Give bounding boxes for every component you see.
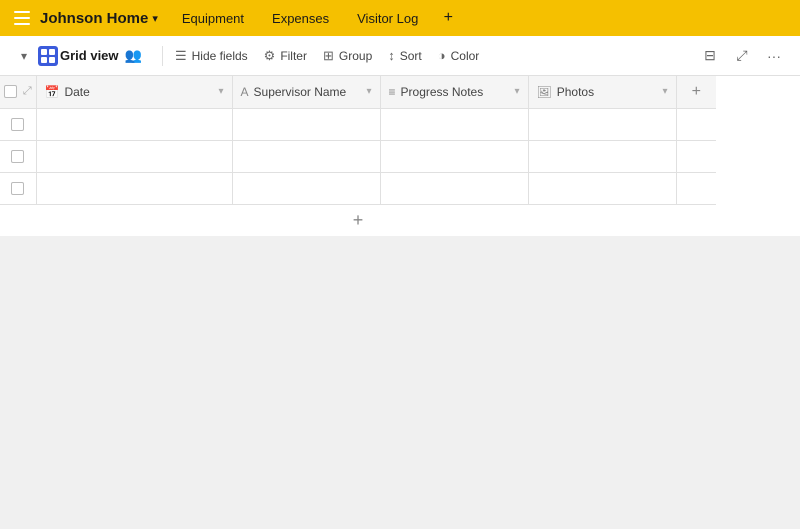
table-row xyxy=(0,108,716,140)
row-3-supervisor-cell[interactable] xyxy=(232,172,380,204)
toolbar-right: ⊟ ⤢ ··· xyxy=(696,42,788,70)
checkbox-column-header[interactable]: ⤢ xyxy=(0,76,36,108)
hide-fields-icon: ☰ xyxy=(175,48,187,64)
tab-visitor-log[interactable]: Visitor Log xyxy=(345,7,430,30)
title-chevron-icon: ▾ xyxy=(152,12,158,25)
photos-col-label: Photos xyxy=(557,85,594,99)
add-row[interactable]: + xyxy=(0,204,716,236)
row-2-photos-cell[interactable] xyxy=(528,140,676,172)
tab-expenses[interactable]: Expenses xyxy=(260,7,341,30)
row-1-checkbox[interactable] xyxy=(11,118,24,131)
progress-col-icon: ≡ xyxy=(389,85,396,99)
row-3-date-cell[interactable] xyxy=(36,172,232,204)
hamburger-icon[interactable] xyxy=(8,4,36,32)
color-icon: ◑ xyxy=(438,48,446,63)
add-row-button[interactable]: + xyxy=(0,204,716,236)
row-3-progress-cell[interactable] xyxy=(380,172,528,204)
fullscreen-button[interactable]: ⤢ xyxy=(728,42,756,70)
progress-col-chevron-icon[interactable]: ▾ xyxy=(514,86,519,97)
tab-equipment[interactable]: Equipment xyxy=(170,7,256,30)
main-table: ⤢ 📅 Date ▾ A Supervisor Name xyxy=(0,76,716,236)
table-container: ⤢ 📅 Date ▾ A Supervisor Name xyxy=(0,76,800,529)
app-title-area[interactable]: Johnson Home ▾ xyxy=(40,10,158,27)
sort-button[interactable]: ↕ Sort xyxy=(380,44,430,67)
supervisor-col-chevron-icon[interactable]: ▾ xyxy=(366,86,371,97)
table-row xyxy=(0,140,716,172)
group-icon: ⊞ xyxy=(323,48,334,64)
row-3-photos-cell[interactable] xyxy=(528,172,676,204)
row-1-supervisor-cell[interactable] xyxy=(232,108,380,140)
group-label: Group xyxy=(339,49,372,63)
view-collapse-arrow[interactable]: ▾ xyxy=(12,44,36,68)
date-col-icon: 📅 xyxy=(45,85,60,99)
table-row xyxy=(0,172,716,204)
row-height-button[interactable]: ⊟ xyxy=(696,42,724,70)
row-1-progress-cell[interactable] xyxy=(380,108,528,140)
date-column-header[interactable]: 📅 Date ▾ xyxy=(36,76,232,108)
app-title: Johnson Home xyxy=(40,10,148,27)
row-2-date-cell[interactable] xyxy=(36,140,232,172)
filter-button[interactable]: ⚙ Filter xyxy=(256,44,315,68)
add-column-button[interactable]: + xyxy=(676,76,716,108)
row-2-checkbox[interactable] xyxy=(11,150,24,163)
supervisor-name-column-header[interactable]: A Supervisor Name ▾ xyxy=(232,76,380,108)
supervisor-col-label: Supervisor Name xyxy=(254,85,347,99)
row-1-checkbox-cell[interactable] xyxy=(0,108,36,140)
color-button[interactable]: ◑ Color xyxy=(430,44,488,67)
expand-icon[interactable]: ⤢ xyxy=(23,85,32,98)
row-3-checkbox-cell[interactable] xyxy=(0,172,36,204)
grid-view-icon xyxy=(38,46,58,66)
hide-fields-button[interactable]: ☰ Hide fields xyxy=(167,44,256,68)
filter-icon: ⚙ xyxy=(264,48,276,64)
row-2-supervisor-cell[interactable] xyxy=(232,140,380,172)
row-2-progress-cell[interactable] xyxy=(380,140,528,172)
toolbar-divider xyxy=(162,46,163,66)
toolbar: ▾ Grid view 👥 ☰ Hide fields ⚙ Filter ⊞ G… xyxy=(0,36,800,76)
photos-col-chevron-icon[interactable]: ▾ xyxy=(662,86,667,97)
share-view-icon[interactable]: 👥 xyxy=(125,47,142,64)
hide-fields-label: Hide fields xyxy=(192,49,248,63)
supervisor-col-icon: A xyxy=(241,85,249,99)
toolbar-left: ▾ Grid view 👥 xyxy=(12,44,142,68)
add-tab-button[interactable]: + xyxy=(434,4,462,32)
photos-col-icon: 🖼 xyxy=(537,85,552,99)
progress-col-label: Progress Notes xyxy=(401,85,484,99)
sort-label: Sort xyxy=(400,49,422,63)
date-col-chevron-icon[interactable]: ▾ xyxy=(218,86,223,97)
row-1-date-cell[interactable] xyxy=(36,108,232,140)
color-label: Color xyxy=(451,49,480,63)
top-bar: Johnson Home ▾ Equipment Expenses Visito… xyxy=(0,0,800,36)
more-options-button[interactable]: ··· xyxy=(760,42,788,70)
date-col-label: Date xyxy=(64,85,89,99)
filter-label: Filter xyxy=(280,49,307,63)
row-3-checkbox[interactable] xyxy=(11,182,24,195)
row-2-checkbox-cell[interactable] xyxy=(0,140,36,172)
group-button[interactable]: ⊞ Group xyxy=(315,44,380,68)
select-all-checkbox[interactable] xyxy=(4,85,17,98)
view-label[interactable]: Grid view xyxy=(60,48,119,63)
sort-icon: ↕ xyxy=(388,48,395,63)
row-1-photos-cell[interactable] xyxy=(528,108,676,140)
photos-column-header[interactable]: 🖼 Photos ▾ xyxy=(528,76,676,108)
progress-notes-column-header[interactable]: ≡ Progress Notes ▾ xyxy=(380,76,528,108)
table-wrapper: ⤢ 📅 Date ▾ A Supervisor Name xyxy=(0,76,800,236)
